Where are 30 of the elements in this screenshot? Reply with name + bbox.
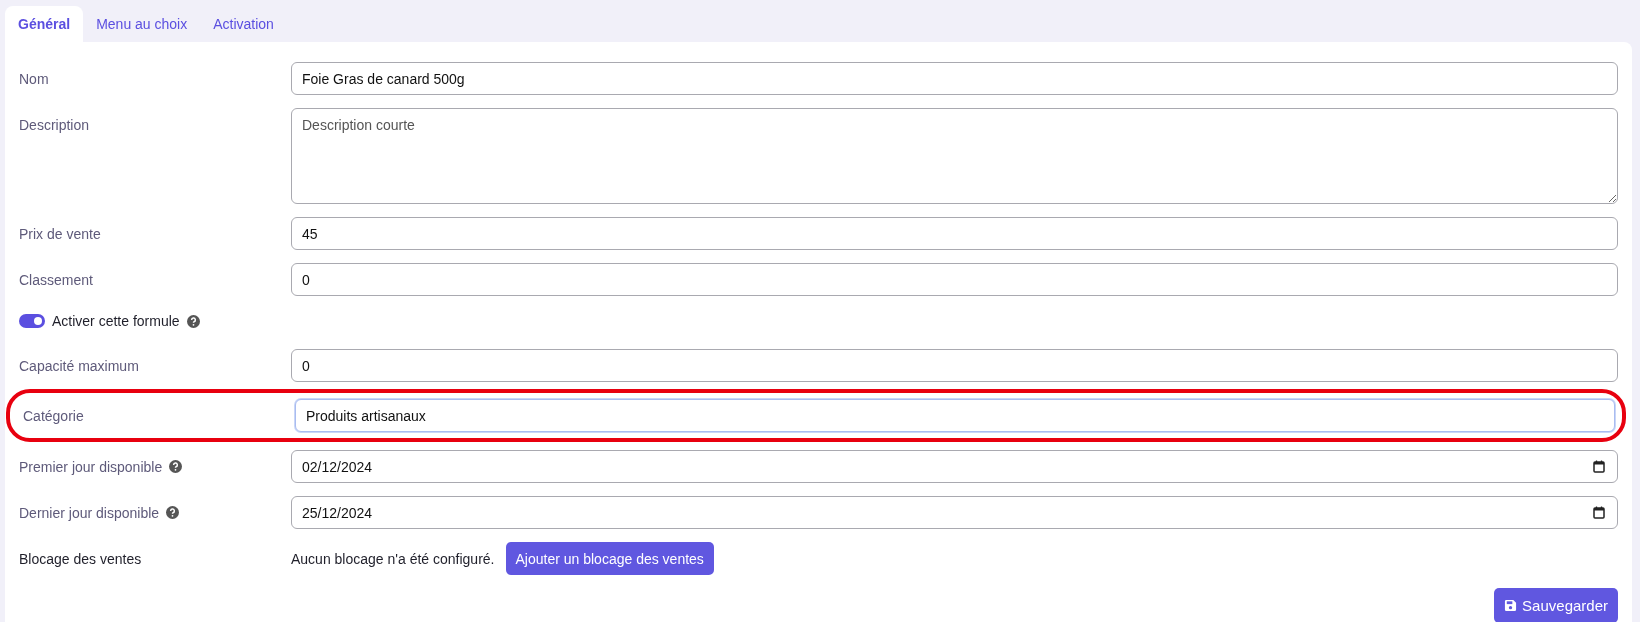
tab[interactable]: Menu au choix xyxy=(83,6,201,42)
field-label: Capacité maximum xyxy=(19,357,139,374)
help-icon[interactable] xyxy=(186,314,200,328)
tab[interactable]: Activation xyxy=(200,6,287,42)
date-field[interactable]: 02/12/2024 xyxy=(291,450,1618,483)
calendar-icon[interactable] xyxy=(1593,460,1605,473)
calendar-icon[interactable] xyxy=(1593,506,1605,519)
add-block-button[interactable]: Ajouter un blocage des ventes xyxy=(505,542,714,575)
status-text: Aucun blocage n'a été configuré. xyxy=(291,550,495,567)
tab[interactable]: Général xyxy=(5,6,84,42)
input-field[interactable]: 45 xyxy=(291,217,1618,250)
field-label: Catégorie xyxy=(23,407,84,424)
field-label: Blocage des ventes xyxy=(19,550,142,567)
toggle-switch[interactable] xyxy=(19,314,45,328)
field-label: Classement xyxy=(19,271,93,288)
help-icon[interactable] xyxy=(166,506,180,519)
input-field[interactable]: 0 xyxy=(291,263,1618,296)
help-icon[interactable] xyxy=(169,460,183,473)
toggle-label: Activer cette formule xyxy=(52,313,180,329)
save-button[interactable]: Sauvegarder xyxy=(1494,588,1618,622)
input-field[interactable]: 0 xyxy=(291,349,1618,382)
field-label: Dernier jour disponible xyxy=(19,504,160,521)
field-label: Nom xyxy=(19,70,49,87)
field-label: Premier jour disponible xyxy=(19,458,163,475)
input-field[interactable]: Produits artisanaux xyxy=(295,399,1615,432)
field-label: Description xyxy=(19,117,90,133)
input-field[interactable]: Foie Gras de canard 500g xyxy=(291,62,1618,95)
field-label: Prix de vente xyxy=(19,225,101,242)
textarea-field[interactable]: Description courte xyxy=(291,108,1618,204)
date-field[interactable]: 25/12/2024 xyxy=(291,496,1618,529)
